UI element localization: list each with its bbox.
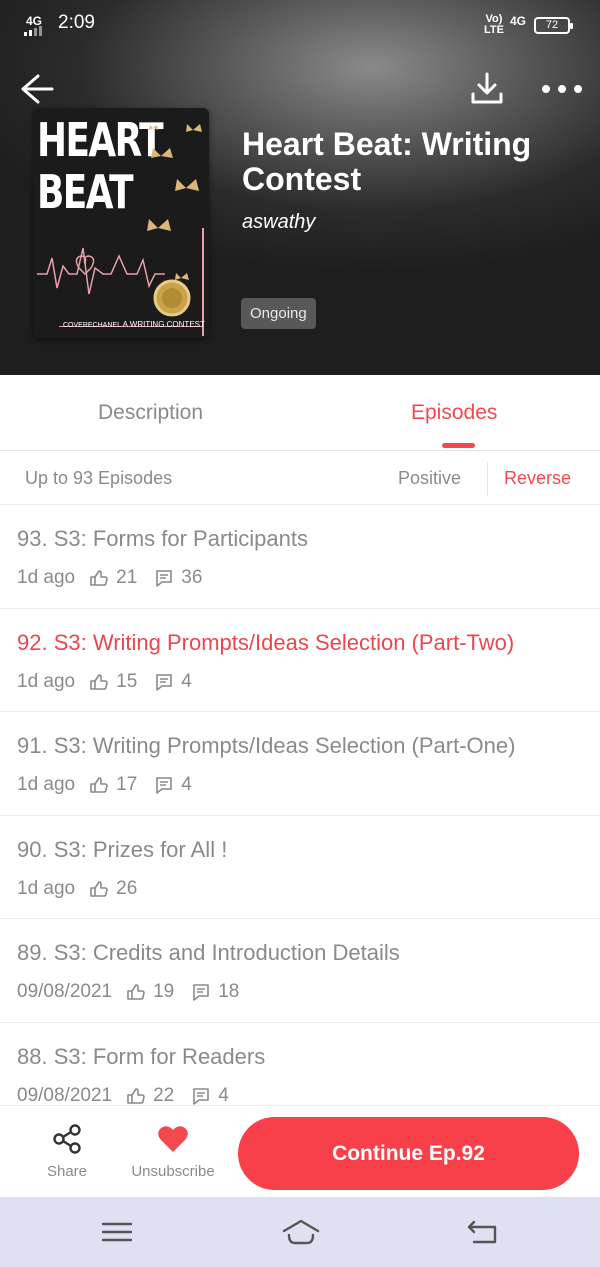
book-title: Heart Beat: Writing Contest	[242, 126, 532, 197]
thumbs-up-icon	[90, 673, 108, 690]
episode-date: 1d ago	[17, 670, 76, 692]
episode-title: 89. S3: Credits and Introduction Details	[17, 940, 400, 965]
heart-icon	[158, 1126, 188, 1152]
unsubscribe-button[interactable]: Unsubscribe	[123, 1122, 223, 1180]
continue-reading-button[interactable]: Continue Ep.92	[238, 1117, 579, 1190]
comment-count: 36	[181, 567, 203, 588]
comment-icon	[156, 777, 173, 794]
episode-item[interactable]: 92. S3: Writing Prompts/Ideas Selection …	[0, 609, 600, 712]
battery-icon: 72	[534, 17, 573, 34]
like-count: 26	[116, 877, 138, 899]
sort-positive-button[interactable]: Positive	[398, 468, 461, 489]
active-tab-indicator	[442, 443, 475, 448]
comment-icon	[193, 1087, 210, 1105]
divider	[487, 462, 488, 496]
episode-meta: 09/08/2021 22 4	[17, 1085, 246, 1106]
episode-item[interactable]: 93. S3: Forms for Participants 1d ago 21…	[0, 505, 600, 609]
download-icon	[471, 72, 503, 104]
episode-date: 1d ago	[17, 877, 76, 899]
content-tabs: Description Episodes	[0, 375, 600, 451]
episode-title: 92. S3: Writing Prompts/Ideas Selection …	[17, 629, 515, 655]
volte-indicator: Vo) LTE	[484, 13, 504, 36]
clock: 2:09	[58, 12, 95, 33]
episode-meta: 1d ago 26	[17, 878, 154, 900]
back-nav-icon[interactable]	[466, 1217, 500, 1247]
episode-item[interactable]: 91. S3: Writing Prompts/Ideas Selection …	[0, 712, 600, 816]
share-label: Share	[46, 1163, 88, 1180]
status-badge: Ongoing	[241, 298, 316, 329]
cover-caption: COVERECHANEL A WRITING CONTEST	[63, 320, 205, 329]
home-icon[interactable]	[281, 1217, 321, 1247]
episode-count: Up to 93 Episodes	[25, 468, 173, 488]
episode-item[interactable]: 89. S3: Credits and Introduction Details…	[0, 919, 600, 1023]
signal-icon	[24, 26, 48, 36]
episode-meta: 1d ago 17 4	[17, 774, 209, 796]
episode-item[interactable]: 88. S3: Form for Readers 09/08/2021 22 4	[0, 1023, 600, 1106]
episode-date: 09/08/2021	[17, 1084, 113, 1106]
episode-list: 93. S3: Forms for Participants 1d ago 21…	[0, 505, 600, 1105]
episode-meta: 1d ago 21 36	[17, 567, 219, 589]
more-horizontal-icon	[542, 85, 582, 93]
book-header: 4G 2:09 Vo) LTE 4G 72 HEART BEAT COVEREC…	[0, 0, 600, 375]
thumbs-up-icon	[90, 570, 108, 586]
system-nav-bar	[0, 1197, 600, 1267]
download-button[interactable]	[468, 70, 506, 108]
comment-count: 4	[181, 774, 192, 795]
network-type-2: 4G	[510, 14, 527, 28]
episode-item[interactable]: 90. S3: Prizes for All ! 1d ago 26	[0, 816, 600, 919]
thumbs-up-icon	[90, 777, 108, 793]
episode-title: 88. S3: Form for Readers	[17, 1043, 266, 1069]
episode-filter-bar: Up to 93 Episodes Positive Reverse	[0, 452, 600, 505]
like-count: 21	[116, 567, 138, 588]
more-options-button[interactable]	[540, 76, 584, 102]
episode-meta: 09/08/2021 19 18	[17, 981, 256, 1003]
author-name[interactable]: aswathy	[242, 211, 315, 234]
share-button[interactable]: Share	[40, 1122, 94, 1180]
episode-meta: 1d ago 15 4	[17, 671, 209, 693]
tab-episodes[interactable]: Episodes	[411, 401, 497, 425]
like-count: 19	[153, 981, 175, 1002]
status-bar: 4G 2:09 Vo) LTE 4G 72	[0, 0, 600, 50]
episode-date: 1d ago	[17, 774, 76, 795]
back-button[interactable]	[18, 70, 56, 108]
like-count: 17	[116, 774, 138, 795]
tab-description[interactable]: Description	[98, 401, 203, 425]
episode-title: 91. S3: Writing Prompts/Ideas Selection …	[17, 733, 516, 758]
butterflies-illustration	[37, 124, 202, 317]
like-count: 15	[116, 670, 138, 692]
comment-icon	[156, 673, 173, 691]
unsubscribe-label: Unsubscribe	[131, 1163, 215, 1180]
episode-date: 1d ago	[17, 567, 76, 588]
episode-title: 90. S3: Prizes for All !	[17, 836, 228, 862]
menu-icon[interactable]	[100, 1217, 134, 1247]
thumbs-up-icon	[127, 984, 145, 1000]
book-cover[interactable]: HEART BEAT COVERECHANEL A WRITING CONTES…	[33, 108, 209, 338]
thumbs-up-icon	[127, 1087, 145, 1104]
comment-icon	[193, 984, 210, 1001]
comment-icon	[156, 570, 173, 587]
episode-title: 93. S3: Forms for Participants	[17, 526, 308, 551]
comment-count: 18	[218, 981, 240, 1002]
thumbs-up-icon	[90, 880, 108, 897]
comment-count: 4	[218, 1084, 229, 1106]
comment-count: 4	[181, 670, 192, 692]
sort-reverse-button[interactable]: Reverse	[504, 468, 571, 489]
action-bar: Share Unsubscribe Continue Ep.92	[0, 1105, 600, 1197]
episode-date: 09/08/2021	[17, 981, 113, 1002]
arrow-left-icon	[21, 74, 54, 104]
share-icon	[53, 1124, 81, 1154]
like-count: 22	[153, 1084, 175, 1106]
